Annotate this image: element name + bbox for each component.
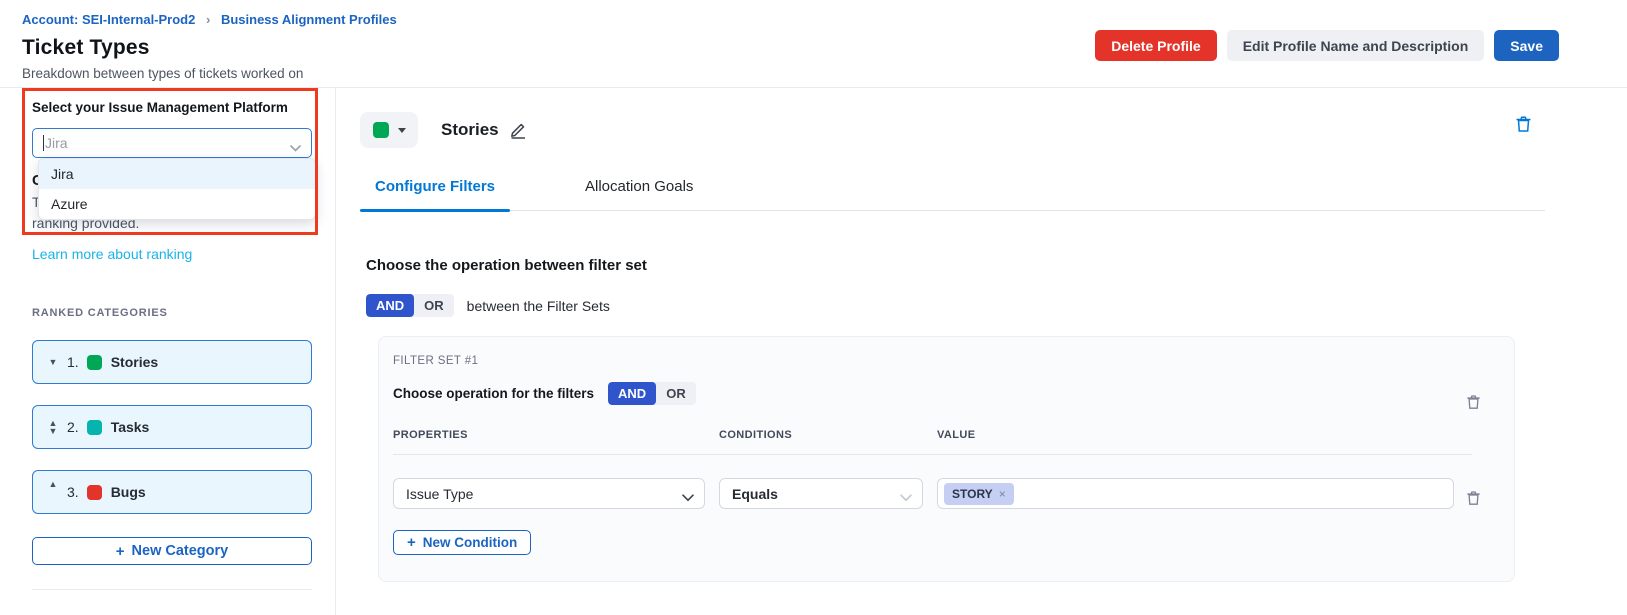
tab-bar: Configure Filters Allocation Goals bbox=[360, 178, 1545, 211]
category-name: Tasks bbox=[111, 419, 150, 435]
new-category-label: New Category bbox=[132, 543, 229, 559]
platform-select-placeholder: Jira bbox=[45, 135, 68, 151]
sort-down-icon[interactable]: ▼ bbox=[45, 358, 61, 366]
chevron-down-icon bbox=[682, 489, 694, 505]
remove-tag-icon[interactable]: × bbox=[999, 487, 1006, 501]
filters-operation-label: Choose operation for the filters bbox=[393, 386, 594, 401]
category-name: Bugs bbox=[111, 484, 146, 500]
plus-icon: + bbox=[116, 544, 125, 559]
caret-down-icon bbox=[398, 128, 406, 133]
delete-profile-button[interactable]: Delete Profile bbox=[1095, 30, 1216, 61]
delete-filter-set-trash-icon[interactable] bbox=[1466, 394, 1481, 415]
column-headers: PROPERTIES CONDITIONS VALUE bbox=[393, 429, 1498, 441]
chevron-down-icon bbox=[900, 489, 912, 505]
text-cursor bbox=[43, 135, 44, 151]
filter-set-title: FILTER SET #1 bbox=[393, 355, 1498, 367]
filters-operation-row: Choose operation for the filters AND OR bbox=[393, 382, 1498, 405]
conditions-column-header: CONDITIONS bbox=[719, 429, 923, 441]
new-category-button[interactable]: + New Category bbox=[32, 537, 312, 565]
category-color-dot bbox=[87, 355, 102, 370]
platform-option-azure[interactable]: Azure bbox=[39, 189, 315, 219]
chevron-down-icon bbox=[290, 139, 301, 157]
category-color-dot bbox=[87, 420, 102, 435]
breadcrumb-account-link[interactable]: Account: SEI-Internal-Prod2 bbox=[22, 12, 195, 27]
filter-set-card: FILTER SET #1 Choose operation for the f… bbox=[378, 336, 1515, 582]
page-subtitle: Breakdown between types of tickets worke… bbox=[22, 66, 1627, 81]
tab-configure-filters[interactable]: Configure Filters bbox=[360, 178, 510, 210]
breadcrumb: Account: SEI-Internal-Prod2 › Business A… bbox=[22, 12, 1627, 27]
and-toggle-option[interactable]: AND bbox=[366, 294, 414, 317]
and-or-toggle: AND OR bbox=[366, 294, 454, 317]
filters-or-option[interactable]: OR bbox=[656, 382, 696, 405]
value-input[interactable]: STORY × bbox=[937, 478, 1454, 509]
filters-and-option[interactable]: AND bbox=[608, 382, 656, 405]
category-name: Stories bbox=[111, 354, 158, 370]
toggle-caption: between the Filter Sets bbox=[467, 298, 610, 314]
category-title: Stories bbox=[441, 120, 499, 140]
delete-condition-trash-icon[interactable] bbox=[1466, 490, 1481, 511]
header-actions: Delete Profile Edit Profile Name and Des… bbox=[1095, 30, 1559, 61]
category-header: Stories bbox=[360, 112, 1545, 148]
filter-condition-row: Issue Type Equals STORY × bbox=[393, 478, 1454, 509]
sort-up-icon[interactable]: ▲ bbox=[45, 480, 61, 488]
value-column-header: VALUE bbox=[937, 429, 1498, 441]
value-tag-story: STORY × bbox=[944, 483, 1014, 505]
operation-heading: Choose the operation between filter set bbox=[366, 257, 1545, 274]
or-toggle-option[interactable]: OR bbox=[414, 294, 454, 317]
condition-select-value: Equals bbox=[732, 486, 778, 502]
tab-allocation-goals[interactable]: Allocation Goals bbox=[570, 178, 708, 210]
color-picker-button[interactable] bbox=[360, 112, 418, 148]
plus-icon: + bbox=[407, 535, 416, 550]
category-color-dot bbox=[87, 485, 102, 500]
sort-up-down-icon[interactable]: ▲▼ bbox=[45, 419, 61, 435]
sidebar-divider bbox=[32, 589, 312, 590]
properties-column-header: PROPERTIES bbox=[393, 429, 705, 441]
ranked-categories-label: RANKED CATEGORIES bbox=[32, 307, 311, 319]
learn-more-ranking-link[interactable]: Learn more about ranking bbox=[32, 246, 192, 262]
category-card-bugs[interactable]: ▲ 3. Bugs bbox=[32, 470, 312, 514]
platform-select-input[interactable]: Jira bbox=[32, 128, 312, 158]
breadcrumb-section-link[interactable]: Business Alignment Profiles bbox=[221, 12, 397, 27]
filter-set-operation-row: AND OR between the Filter Sets bbox=[366, 294, 1545, 317]
condition-select[interactable]: Equals bbox=[719, 478, 923, 509]
breadcrumb-separator-icon: › bbox=[206, 12, 210, 27]
platform-option-jira[interactable]: Jira bbox=[39, 159, 315, 189]
property-select[interactable]: Issue Type bbox=[393, 478, 705, 509]
page-header: Account: SEI-Internal-Prod2 › Business A… bbox=[0, 0, 1627, 88]
value-tag-label: STORY bbox=[952, 487, 993, 501]
category-rank: 1. bbox=[67, 354, 79, 370]
filters-and-or-toggle: AND OR bbox=[608, 382, 696, 405]
new-condition-button[interactable]: + New Condition bbox=[393, 530, 531, 555]
property-select-value: Issue Type bbox=[406, 486, 473, 502]
edit-pencil-icon[interactable] bbox=[509, 121, 528, 140]
category-rank: 2. bbox=[67, 419, 79, 435]
platform-dropdown-menu: Jira Azure bbox=[38, 158, 316, 220]
category-rank: 3. bbox=[67, 484, 79, 500]
edit-profile-button[interactable]: Edit Profile Name and Description bbox=[1227, 30, 1485, 61]
category-card-stories[interactable]: ▼ 1. Stories bbox=[32, 340, 312, 384]
save-button[interactable]: Save bbox=[1494, 30, 1559, 61]
new-condition-label: New Condition bbox=[423, 535, 518, 550]
delete-category-trash-icon[interactable] bbox=[1515, 115, 1532, 138]
main-panel: Stories Configure Filters Allocation Goa… bbox=[336, 88, 1627, 615]
category-card-tasks[interactable]: ▲▼ 2. Tasks bbox=[32, 405, 312, 449]
platform-select-label: Select your Issue Management Platform bbox=[32, 100, 311, 115]
color-swatch bbox=[373, 122, 389, 138]
header-divider bbox=[393, 454, 1472, 455]
